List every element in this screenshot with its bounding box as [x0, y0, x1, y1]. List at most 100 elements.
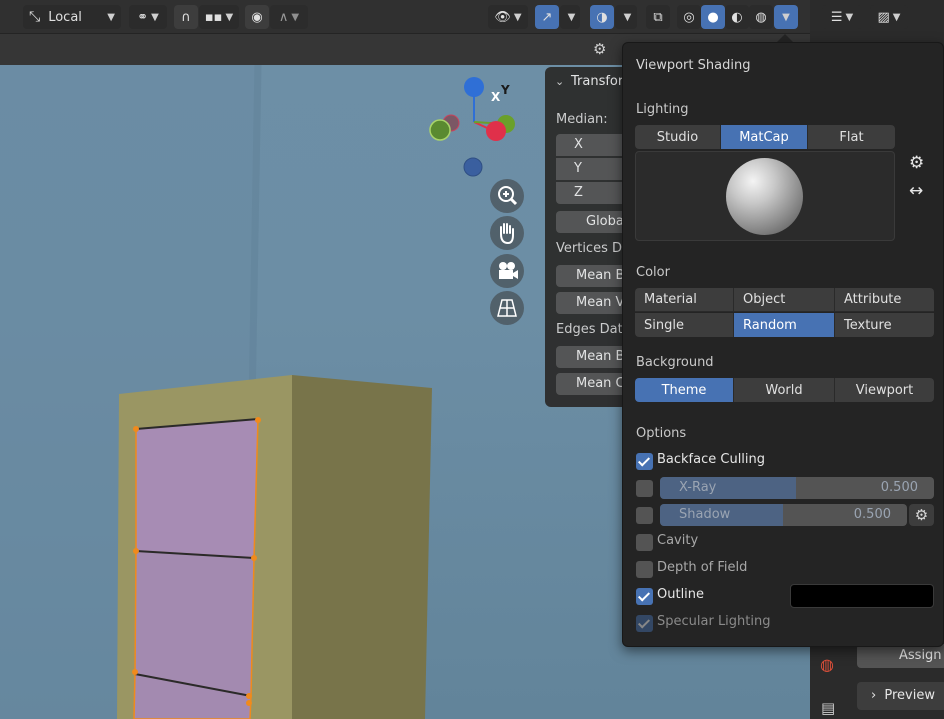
- background-world-button[interactable]: World: [734, 378, 835, 402]
- flip-horizontal-icon[interactable]: ↔: [909, 181, 923, 201]
- rendered-shading-icon: ◍: [755, 9, 767, 25]
- chevron-down-icon[interactable]: ⌄: [555, 75, 564, 88]
- lighting-flat-button[interactable]: Flat: [808, 125, 895, 149]
- shadow-settings-button[interactable]: ⚙: [909, 504, 934, 526]
- color-attribute-button[interactable]: Attribute: [835, 288, 934, 312]
- mean-bevel-weight-field[interactable]: Mean B: [556, 265, 632, 287]
- preview-label: Preview: [884, 688, 935, 703]
- shadow-slider-label: Shadow: [679, 507, 731, 522]
- median-x-field[interactable]: X: [556, 134, 632, 156]
- material-preview-button[interactable]: ◐: [725, 5, 749, 29]
- magnet-icon: ∩: [181, 9, 191, 25]
- orientation-icon: ⤡: [29, 9, 41, 25]
- background-label: Background: [636, 355, 714, 370]
- chevron-down-icon: ▼: [623, 11, 632, 23]
- gizmo-dropdown[interactable]: ▼: [560, 5, 580, 29]
- image-icon: ▨: [877, 9, 890, 25]
- cabinet-side: [292, 375, 432, 719]
- lighting-studio-button[interactable]: Studio: [635, 125, 721, 149]
- archive-icon[interactable]: ▤: [821, 699, 835, 717]
- falloff-dropdown[interactable]: ∧ ▼: [270, 5, 308, 29]
- depth-of-field-label: Depth of Field: [657, 560, 748, 575]
- chevron-down-icon: ▼: [513, 11, 522, 23]
- outline-checkbox[interactable]: [636, 588, 653, 605]
- outliner-icon: ☰: [830, 9, 843, 25]
- pivot-point-dropdown[interactable]: ⚭ ▼: [129, 5, 167, 29]
- mean-vertex-crease-field[interactable]: Mean V: [556, 292, 632, 314]
- cavity-checkbox[interactable]: [636, 534, 653, 551]
- background-viewport-button[interactable]: Viewport: [835, 378, 934, 402]
- median-z-field[interactable]: Z: [556, 182, 632, 204]
- gizmo-y-label: Y: [501, 83, 510, 97]
- gear-icon[interactable]: ⚙: [909, 153, 924, 173]
- gizmo-toggle[interactable]: ↗: [535, 5, 559, 29]
- specular-lighting-label: Specular Lighting: [657, 614, 771, 629]
- shadow-slider-value: 0.500: [853, 507, 891, 522]
- camera-icon: [499, 262, 518, 279]
- display-mode-dropdown[interactable]: ▨ ▼: [870, 5, 908, 29]
- xray-toggle[interactable]: ⧉: [646, 5, 670, 29]
- pivot-icon: ⚭: [137, 9, 149, 25]
- color-material-button[interactable]: Material: [635, 288, 734, 312]
- assign-button[interactable]: Assign: [857, 644, 944, 668]
- wireframe-shading-button[interactable]: ◎: [677, 5, 701, 29]
- background-theme-button[interactable]: Theme: [635, 378, 734, 402]
- solid-shading-icon: ●: [707, 9, 719, 25]
- xray-alpha-slider[interactable]: X-Ray 0.500: [660, 477, 934, 499]
- global-toggle[interactable]: Globa: [556, 211, 632, 233]
- color-random-button[interactable]: Random: [734, 313, 835, 337]
- material-preview-icon: ◐: [731, 9, 743, 25]
- camera-view-button[interactable]: [490, 254, 524, 288]
- xray-checkbox[interactable]: [636, 480, 653, 497]
- editor-type-dropdown[interactable]: ☰ ▼: [822, 5, 862, 29]
- color-texture-button[interactable]: Texture: [835, 313, 934, 337]
- color-single-button[interactable]: Single: [635, 313, 734, 337]
- perspective-toggle-button[interactable]: [490, 291, 524, 325]
- drawer-face-2: [134, 550, 255, 697]
- matcap-sphere: [726, 158, 803, 235]
- mean-crease-field[interactable]: Mean C: [556, 373, 632, 395]
- shadow-checkbox[interactable]: [636, 507, 653, 524]
- depth-of-field-checkbox[interactable]: [636, 561, 653, 578]
- shading-options-dropdown[interactable]: ▼: [774, 5, 798, 29]
- overlay-toggle[interactable]: ◑: [590, 5, 614, 29]
- visibility-dropdown[interactable]: 👁 ▼: [488, 5, 528, 29]
- matcap-preview[interactable]: [635, 151, 895, 241]
- xray-slider-value: 0.500: [880, 480, 918, 495]
- snap-target-dropdown[interactable]: ▪▪ ▼: [199, 5, 239, 29]
- world-icon[interactable]: ◍: [820, 655, 834, 674]
- transform-panel-title[interactable]: Transfor: [571, 74, 623, 89]
- chevron-down-icon: ▼: [892, 11, 901, 23]
- pan-button[interactable]: [490, 216, 524, 250]
- falloff-icon: ∧: [278, 9, 289, 25]
- specular-lighting-checkbox[interactable]: [636, 615, 653, 632]
- hand-icon: [500, 223, 514, 245]
- median-y-field[interactable]: Y: [556, 158, 632, 180]
- chevron-down-icon: ▼: [291, 11, 300, 23]
- shadow-intensity-slider[interactable]: Shadow 0.500: [660, 504, 907, 526]
- overlay-icon: ◑: [596, 9, 608, 25]
- cavity-label: Cavity: [657, 533, 699, 548]
- proportional-edit-toggle[interactable]: ◉: [245, 5, 269, 29]
- backface-culling-label: Backface Culling: [657, 452, 766, 467]
- backface-culling-checkbox[interactable]: [636, 453, 653, 470]
- overlay-dropdown[interactable]: ▼: [615, 5, 637, 29]
- rendered-shading-button[interactable]: ◍: [749, 5, 773, 29]
- solid-shading-button[interactable]: ●: [701, 5, 725, 29]
- zoom-icon: [498, 186, 518, 206]
- transform-orientation-dropdown[interactable]: ⤡ Local ▼: [23, 5, 121, 29]
- zoom-button[interactable]: [490, 179, 524, 213]
- object-type-icon[interactable]: ⚙: [593, 40, 606, 58]
- chevron-down-icon: ▼: [567, 11, 576, 23]
- lighting-matcap-button[interactable]: MatCap: [721, 125, 808, 149]
- chevron-down-icon: ▼: [225, 11, 234, 23]
- mean-edge-bevel-field[interactable]: Mean B: [556, 346, 632, 368]
- chevron-down-icon: ▼: [107, 11, 115, 23]
- color-object-button[interactable]: Object: [734, 288, 835, 312]
- eye-icon: 👁: [494, 9, 511, 25]
- preview-panel-header[interactable]: › Preview: [857, 682, 944, 710]
- outline-label: Outline: [657, 587, 705, 602]
- snap-toggle[interactable]: ∩: [174, 5, 198, 29]
- chevron-down-icon: ▼: [782, 11, 790, 23]
- outline-color-swatch[interactable]: [790, 584, 934, 608]
